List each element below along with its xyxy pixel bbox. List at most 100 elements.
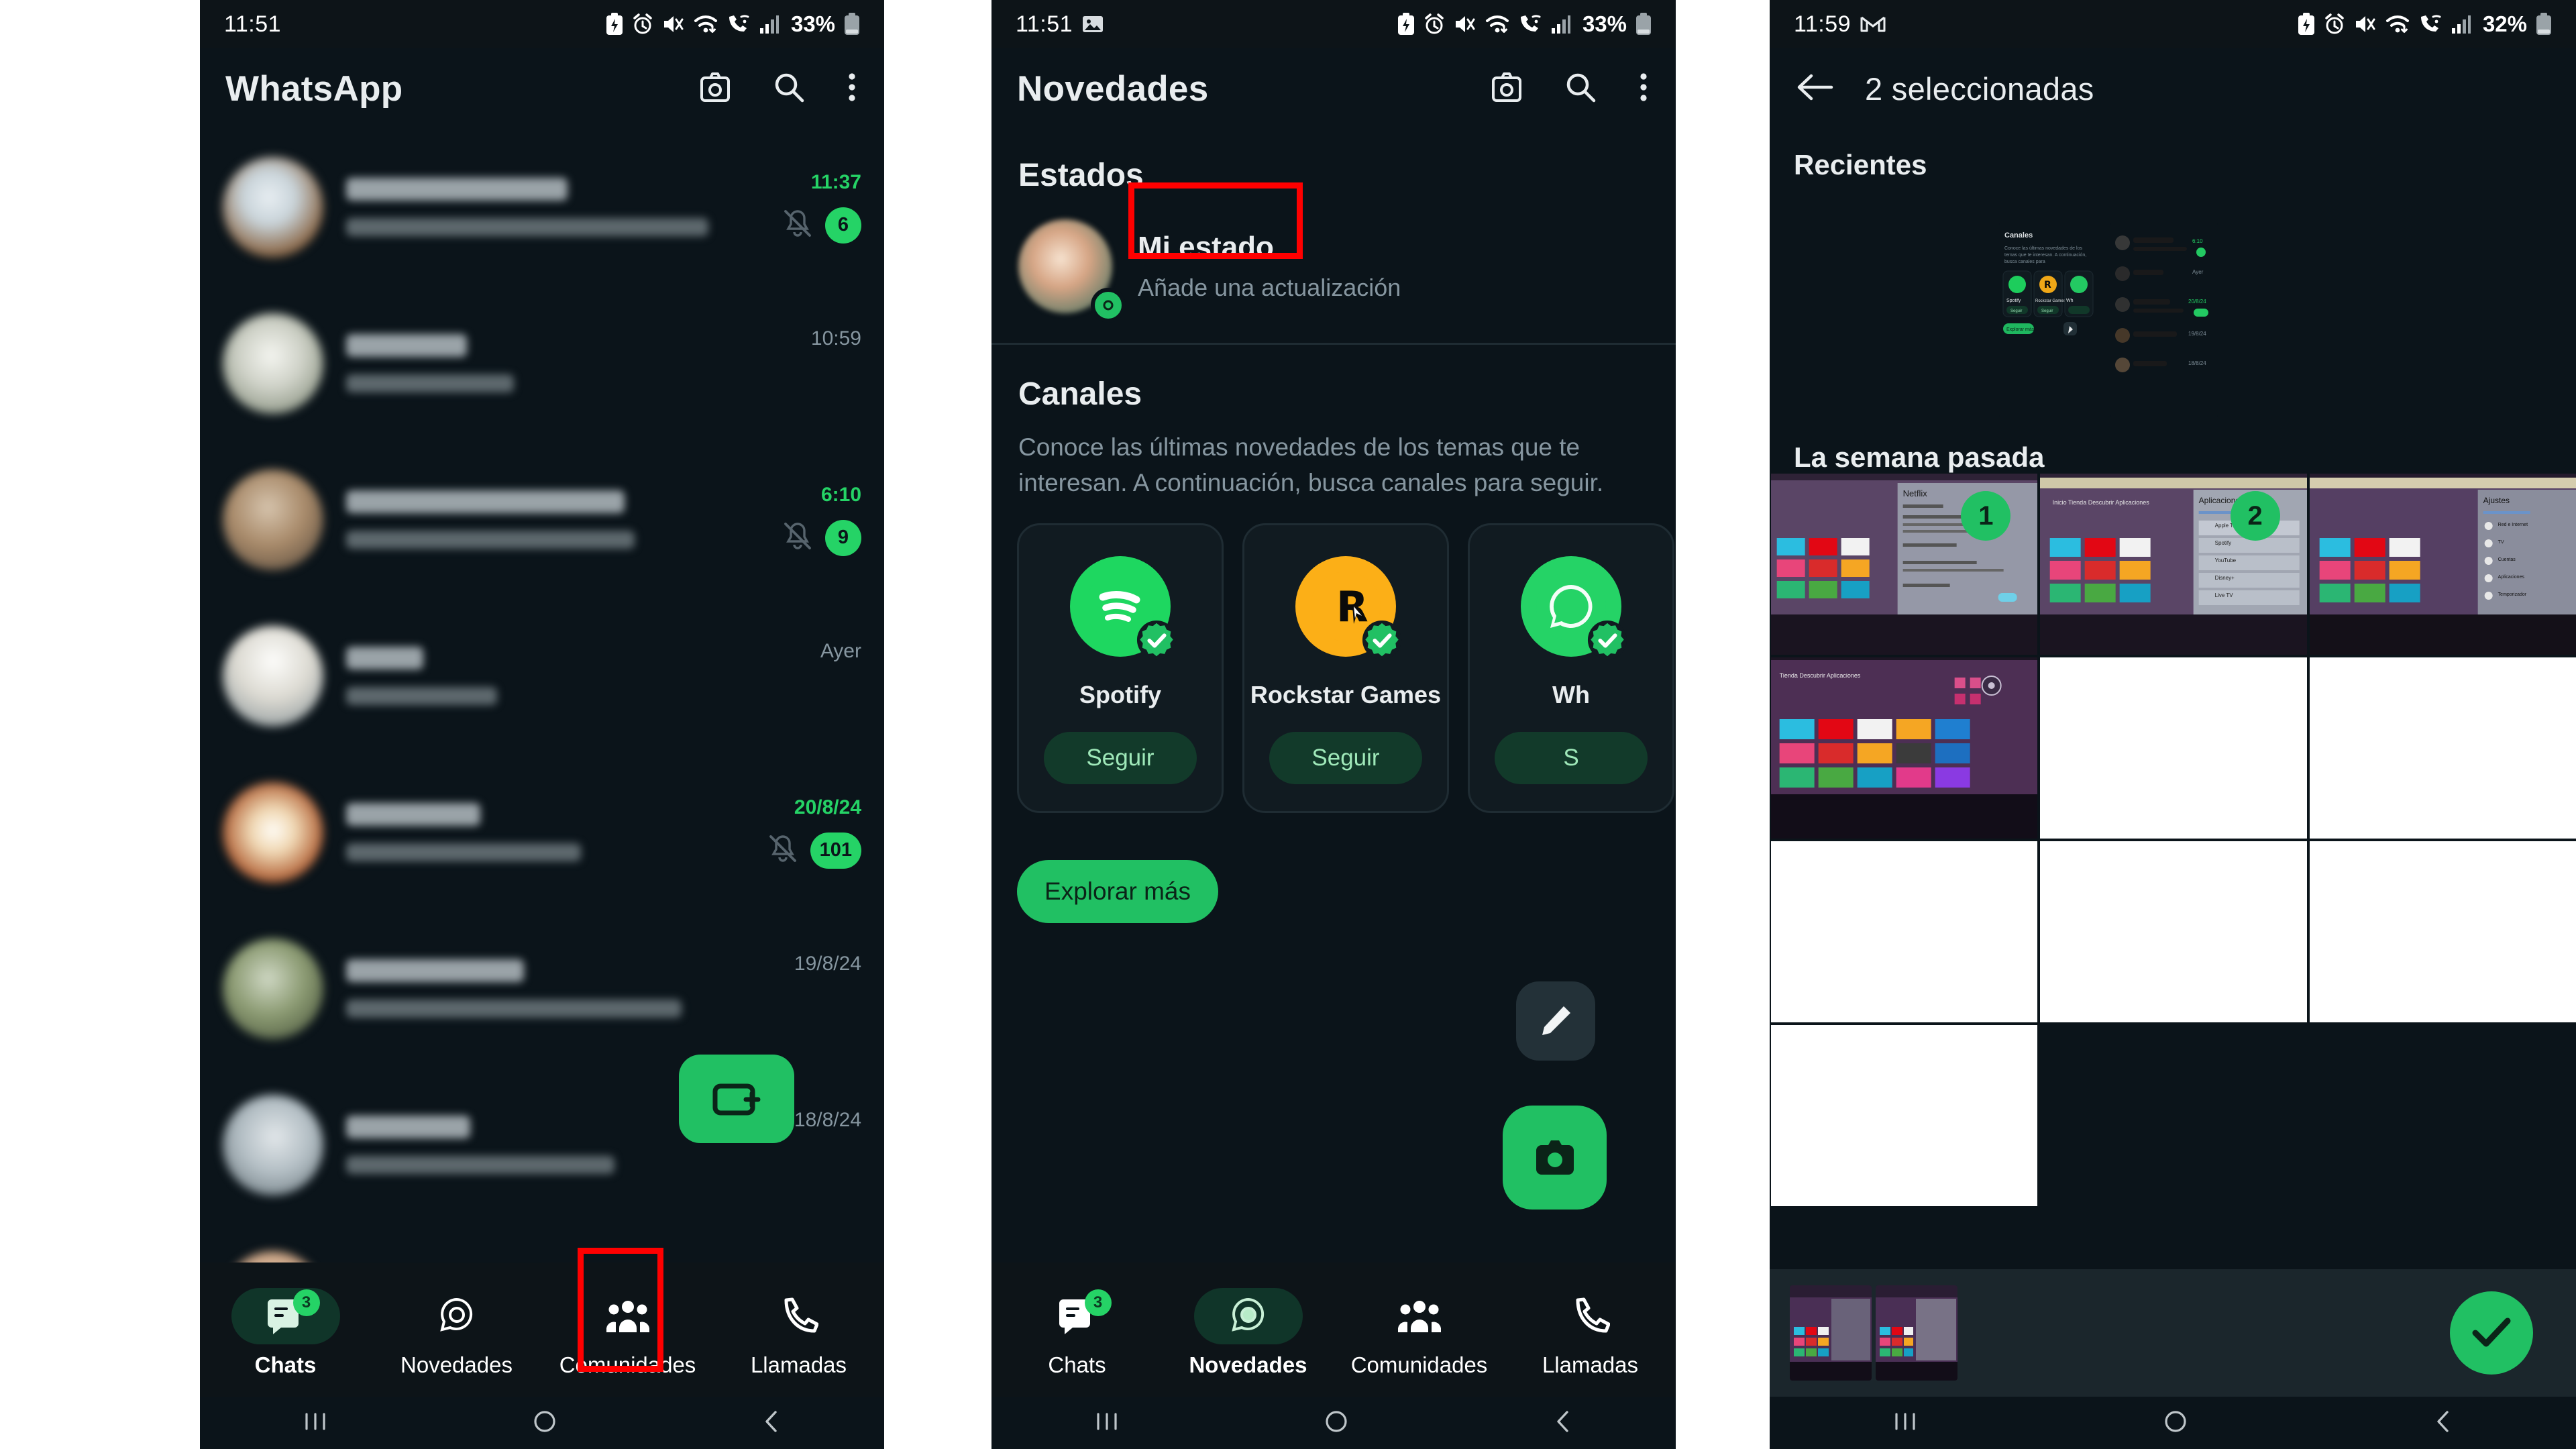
photo-cell[interactable] [2309, 841, 2576, 1022]
svg-text:Inicio Tienda Descubrir Apl: Inicio Tienda Descubrir Aplicaciones [2053, 499, 2150, 506]
chat-timestamp: 11:37 [810, 170, 861, 193]
recents-button[interactable] [1891, 1411, 1919, 1435]
svg-text:6:10: 6:10 [2192, 238, 2203, 244]
home-button[interactable] [532, 1409, 557, 1438]
more-vert-icon[interactable] [1637, 70, 1650, 108]
chat-row[interactable]: 19/8/24 [200, 910, 884, 1067]
svg-text:19/8/24: 19/8/24 [2188, 331, 2206, 337]
nav-label: Llamadas [1542, 1352, 1639, 1377]
nav-item-novedades[interactable]: Novedades [1163, 1288, 1334, 1378]
confirm-selection-fab[interactable] [2450, 1291, 2533, 1375]
battery-percent: 32% [2482, 11, 2527, 36]
nav-icon-calls-icon [745, 1288, 853, 1344]
avatar [223, 469, 323, 570]
channel-card[interactable]: Wh S [1468, 523, 1674, 814]
photo-cell[interactable]: Tienda Descubrir Aplicaciones [1771, 657, 2038, 839]
camera-icon[interactable] [1489, 70, 1524, 108]
search-icon[interactable] [771, 70, 806, 108]
recents-button[interactable] [1093, 1411, 1121, 1435]
camera-status-fab[interactable] [1503, 1106, 1607, 1210]
svg-text:Aplicaciones: Aplicaciones [2498, 575, 2524, 580]
nav-icon-communities-icon [574, 1288, 682, 1344]
search-icon[interactable] [1563, 70, 1598, 108]
muted-bell-icon [767, 833, 798, 867]
follow-button[interactable]: S [1495, 732, 1648, 785]
semana-pasada-heading: La semana pasada [1794, 441, 2045, 473]
wifi-calling-icon [2420, 15, 2441, 32]
chat-list: 11:37 6 10:59 6:10 9 Ayer 20/8/24 101 19… [200, 129, 884, 1379]
chat-timestamp: 18/8/24 [794, 1108, 861, 1131]
photo-cell[interactable]: Netflix 1 [1771, 474, 2038, 655]
photo-cell[interactable] [2040, 841, 2307, 1022]
chat-name [346, 178, 568, 201]
recent-thumbnail[interactable]: Canales Conoce las últimas novedades de … [1999, 223, 2106, 417]
svg-text:Conoce las últimas novedades d: Conoce las últimas novedades de los [2004, 246, 2082, 251]
more-vert-icon[interactable] [845, 70, 859, 108]
camera-icon[interactable] [698, 70, 733, 108]
nav-item-comunidades[interactable]: Comunidades [542, 1288, 713, 1378]
photo-cell[interactable]: Ajustes Red e Internet TV Cuentas Aplica… [2309, 474, 2576, 655]
nav-item-novedades[interactable]: Novedades [371, 1288, 542, 1378]
photo-cell[interactable] [1771, 1025, 2038, 1206]
svg-text:temas que te interesan. A cont: temas que te interesan. A continuación, [2004, 253, 2086, 258]
chat-row[interactable]: 11:37 6 [200, 129, 884, 285]
status-time: 11:51 [224, 11, 282, 37]
nav-badge: 3 [1084, 1289, 1112, 1316]
channel-card[interactable]: Spotify Seguir [1017, 523, 1224, 814]
nav-item-chats[interactable]: 3 Chats [200, 1288, 371, 1378]
explore-more-button[interactable]: Explorar más [1017, 860, 1218, 924]
my-status-row[interactable]: Mi estado Añade una actualización [991, 194, 1676, 343]
follow-button[interactable]: Seguir [1269, 732, 1422, 785]
chat-row[interactable]: 6:10 9 [200, 441, 884, 598]
mute-icon [2355, 16, 2375, 32]
chat-row[interactable]: 20/8/24 101 [200, 754, 884, 910]
selected-thumbnail[interactable] [1790, 1285, 1872, 1381]
home-button[interactable] [1324, 1409, 1349, 1438]
photo-cell[interactable]: Aplicaciones Apple TV Spotify YouTube Di… [2040, 474, 2307, 655]
recents-button[interactable] [301, 1411, 329, 1435]
nav-item-chats[interactable]: 3 Chats [991, 1288, 1163, 1378]
chat-message-preview [346, 1156, 614, 1174]
svg-text:Ayer: Ayer [2192, 269, 2204, 275]
chat-timestamp: Ayer [820, 639, 861, 662]
signal-icon [759, 15, 779, 34]
svg-text:R: R [2044, 280, 2051, 290]
channel-card-list: Spotify Seguir R Rockstar Games Seguir W… [991, 500, 1676, 814]
selection-count-title: 2 seleccionadas [1865, 70, 2094, 107]
nav-label: Comunidades [1350, 1352, 1488, 1377]
channel-card[interactable]: R Rockstar Games Seguir [1242, 523, 1449, 814]
back-button[interactable] [1552, 1409, 1574, 1438]
app-title: Novedades [1017, 68, 1209, 109]
photo-cell[interactable] [2040, 657, 2307, 839]
back-button[interactable] [760, 1409, 783, 1438]
status-bar: 11:51 33% [991, 0, 1676, 48]
svg-text:Cuentas: Cuentas [2498, 557, 2516, 562]
new-chat-fab[interactable] [679, 1055, 794, 1143]
edit-status-fab[interactable] [1516, 981, 1595, 1061]
photo-cell[interactable] [1771, 841, 2038, 1022]
nav-label: Llamadas [750, 1352, 847, 1377]
wifi-icon [694, 15, 717, 33]
back-button[interactable] [2432, 1409, 2455, 1438]
nav-item-llamadas[interactable]: Llamadas [713, 1288, 884, 1378]
muted-bell-icon [782, 208, 813, 242]
svg-text:Ajustes: Ajustes [2483, 496, 2509, 505]
svg-text:Canales: Canales [2004, 231, 2033, 239]
recent-thumbnail-list: Canales Conoce las últimas novedades de … [1999, 223, 2218, 417]
selected-thumbnail[interactable] [1876, 1285, 1957, 1381]
chat-row[interactable]: 10:59 [200, 285, 884, 441]
svg-text:Spotify: Spotify [2215, 540, 2231, 546]
avatar [223, 782, 323, 883]
muted-bell-icon [782, 521, 813, 555]
chat-row[interactable]: Ayer [200, 598, 884, 754]
photo-cell[interactable] [2309, 657, 2576, 839]
recent-thumbnail[interactable]: 6:10 Ayer 20/8/24 19/8/24 18/8/24 [2110, 223, 2218, 417]
alarm-icon [633, 13, 652, 34]
follow-button[interactable]: Seguir [1044, 732, 1197, 785]
nav-item-llamadas[interactable]: Llamadas [1505, 1288, 1676, 1378]
status-time: 11:59 [1794, 11, 1851, 37]
home-button[interactable] [2163, 1409, 2188, 1438]
back-arrow-icon[interactable] [1795, 72, 1834, 106]
nav-item-comunidades[interactable]: Comunidades [1334, 1288, 1505, 1378]
avatar [223, 313, 323, 414]
